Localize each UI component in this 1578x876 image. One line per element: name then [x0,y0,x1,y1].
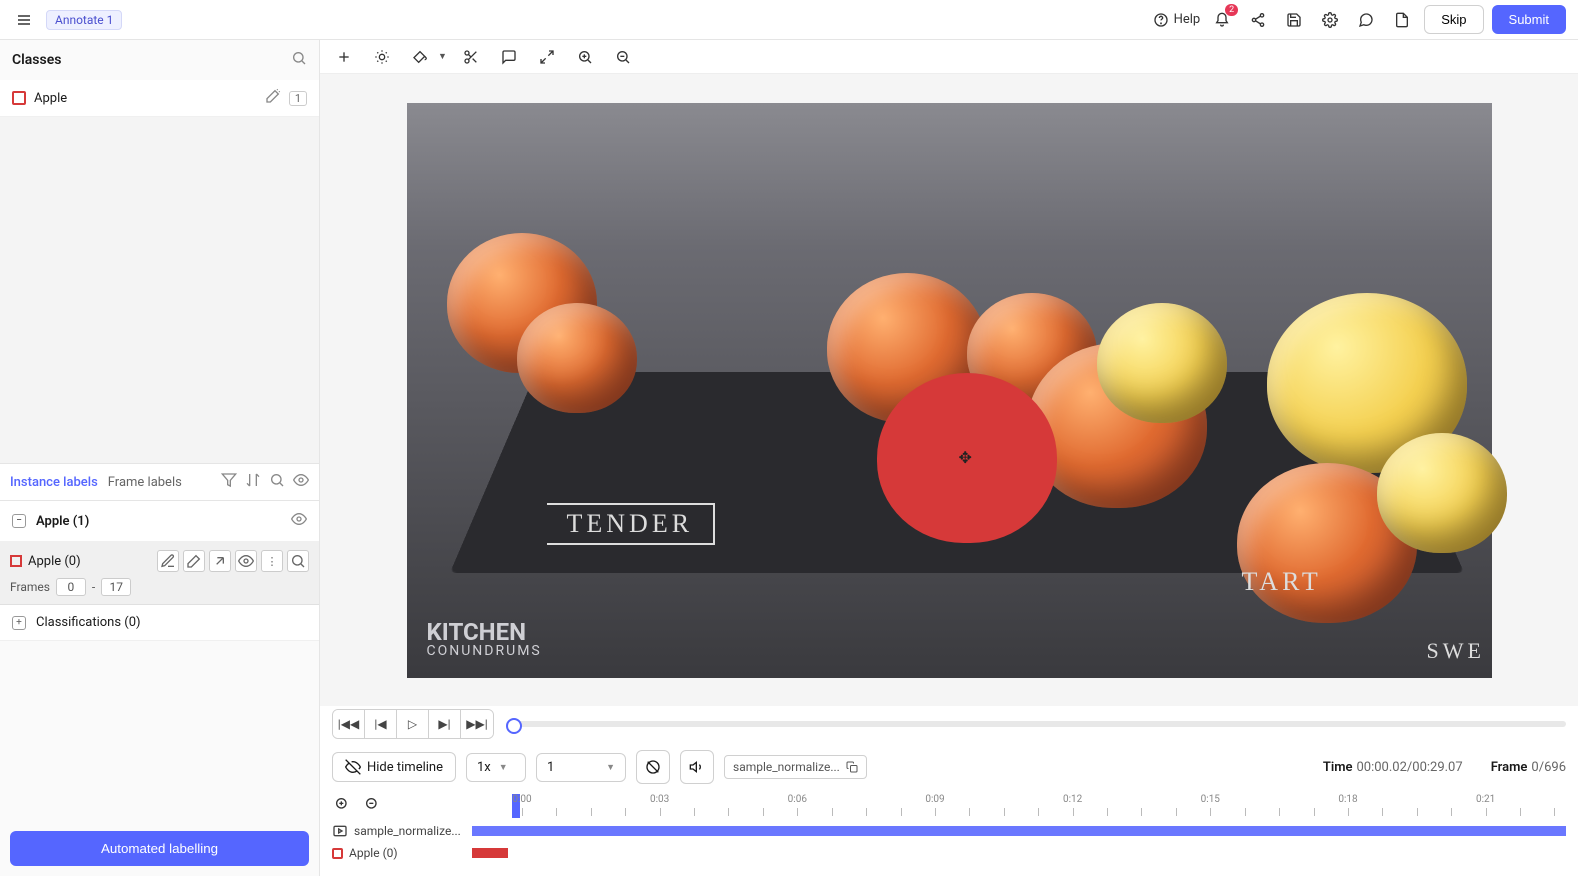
notif-badge: 2 [1225,4,1238,16]
frame-label: Frame [1491,760,1528,775]
help-link[interactable]: Help [1153,12,1201,28]
eye-instance-icon[interactable] [235,550,257,572]
prev-frame-icon[interactable]: |◀ [365,710,397,738]
save-icon[interactable] [1280,6,1308,34]
eye-all-icon[interactable] [293,472,309,492]
ruler-zoom-in-icon[interactable] [332,794,352,814]
track-swatch-icon [332,848,343,859]
ruler-zoom-out-icon[interactable] [362,794,382,814]
document-icon[interactable] [1388,6,1416,34]
video-track-bar[interactable] [472,826,1566,836]
skip-start-icon[interactable]: |◀◀ [333,710,365,738]
board-text-tart: TART [1222,563,1342,601]
filter-icon[interactable] [221,472,237,492]
export-icon[interactable] [209,550,231,572]
eye-off-icon [345,759,361,775]
notifications-icon[interactable]: 2 [1208,6,1236,34]
instance-apple-0[interactable]: Apple (0) ⋮ Frames 0 - 17 [0,542,319,605]
classifications-row[interactable]: + Classifications (0) [0,605,319,641]
collapse-icon[interactable]: − [12,514,26,528]
submit-button[interactable]: Submit [1492,5,1566,34]
sort-icon[interactable] [245,472,261,492]
tab-frame-labels[interactable]: Frame labels [108,475,182,490]
frame-value: 0/696 [1531,760,1566,775]
comment-icon[interactable] [1352,6,1380,34]
zoom-out-icon[interactable] [609,43,637,71]
play-icon[interactable]: ▷ [397,710,429,738]
board-text-swe: SWE [1407,634,1505,668]
frame-dash: - [92,580,95,594]
wand-icon[interactable] [265,88,281,108]
group-label: Apple (1) [36,514,89,529]
help-label: Help [1174,12,1201,27]
instance-swatch-icon [10,555,22,567]
expand-icon[interactable]: + [12,616,26,630]
frames-label: Frames [10,580,50,594]
time-label: Time [1323,760,1353,775]
move-cursor-icon: ✥ [959,448,972,467]
instance-label: Apple (0) [28,554,81,569]
fill-caret-icon[interactable]: ▼ [438,51,447,62]
skip-button[interactable]: Skip [1424,5,1483,34]
help-icon [1153,12,1169,28]
video-track-label[interactable]: sample_normalize... [332,823,482,839]
comment-tool-icon[interactable] [495,43,523,71]
add-icon[interactable] [330,43,358,71]
automated-labelling-button[interactable]: Automated labelling [10,831,309,866]
expand-tool-icon[interactable] [533,43,561,71]
speed-select[interactable]: 1x▼ [466,753,526,782]
step-select[interactable]: 1▼ [536,753,626,782]
classifications-label: Classifications (0) [36,615,141,630]
eye-icon[interactable] [291,511,307,531]
more-icon[interactable]: ⋮ [261,550,283,572]
group-apple[interactable]: − Apple (1) [0,501,319,542]
search-icon[interactable] [291,50,307,70]
next-frame-icon[interactable]: ▶| [429,710,461,738]
zoom-instance-icon[interactable] [287,550,309,572]
cut-icon[interactable] [457,43,485,71]
volume-icon[interactable] [680,750,714,784]
apple-track-label[interactable]: Apple (0) [332,846,482,860]
timeline-ruler[interactable]: 0:000:030:060:090:120:150:180:21 [512,794,1566,818]
class-swatch-icon [12,91,26,105]
annotate-chip: Annotate 1 [46,10,122,30]
edit-icon[interactable] [157,550,179,572]
wand-instance-icon[interactable] [183,550,205,572]
classes-title: Classes [12,52,61,68]
class-item-apple[interactable]: Apple 1 [0,80,319,117]
scrub-bar[interactable] [506,721,1566,727]
class-shortcut: 1 [289,91,307,106]
share-icon[interactable] [1244,6,1272,34]
time-value: 00:00.02/00:29.07 [1356,760,1462,775]
frame-from-input[interactable]: 0 [56,578,86,596]
clip-chip[interactable]: sample_normalize... [724,755,867,779]
video-viewport[interactable]: ✥ TENDER TART SWE KITCHENCONUNDRUMS [320,74,1578,706]
video-icon [332,823,348,839]
target-icon[interactable] [636,750,670,784]
zoom-in-icon[interactable] [571,43,599,71]
skip-end-icon[interactable]: ▶▶| [461,710,493,738]
watermark: KITCHENCONUNDRUMS [427,620,542,658]
board-text-tender: TENDER [547,503,716,545]
hide-timeline-button[interactable]: Hide timeline [332,752,456,782]
apple-track-segment[interactable] [472,848,508,858]
brightness-icon[interactable] [368,43,396,71]
class-label: Apple [34,91,67,106]
menu-icon[interactable] [12,8,36,32]
fill-icon[interactable] [406,43,434,71]
tab-instance-labels[interactable]: Instance labels [10,475,98,490]
search-labels-icon[interactable] [269,472,285,492]
frame-to-input[interactable]: 17 [101,578,131,596]
settings-icon[interactable] [1316,6,1344,34]
copy-icon [846,761,858,773]
